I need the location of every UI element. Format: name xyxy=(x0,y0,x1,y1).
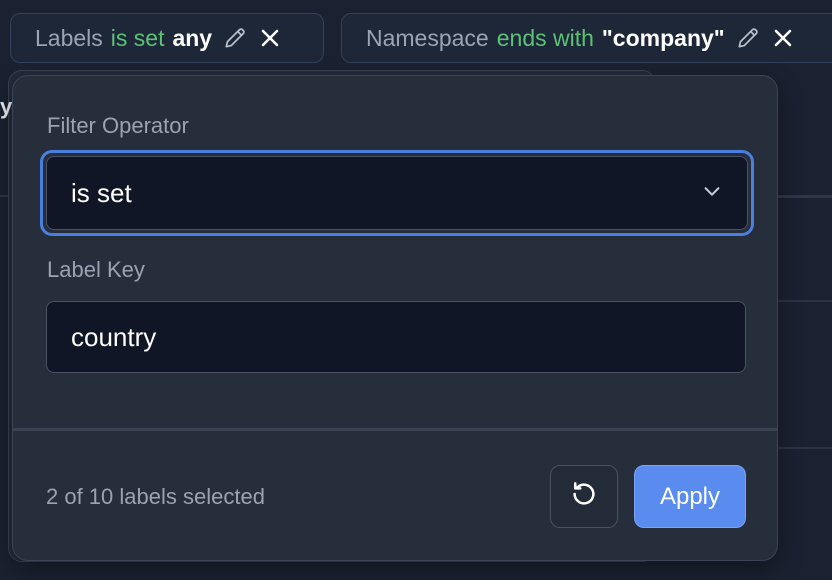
filter-chip-value: any xyxy=(172,24,213,51)
operator-select-focus-ring: is set xyxy=(40,150,754,236)
close-icon[interactable] xyxy=(258,26,282,50)
label-key-label: Label Key xyxy=(47,257,145,282)
apply-button[interactable]: Apply xyxy=(634,465,746,528)
label-key-value: country xyxy=(71,321,157,352)
close-icon[interactable] xyxy=(771,26,795,50)
reset-icon xyxy=(569,479,599,514)
selection-status: 2 of 10 labels selected xyxy=(46,484,265,509)
filter-chip-operator: is set xyxy=(110,24,165,51)
operator-select[interactable]: is set xyxy=(46,156,748,230)
filter-chip-namespace[interactable]: Namespace ends with "company" xyxy=(341,13,832,63)
operator-select-value: is set xyxy=(71,177,132,208)
chevron-down-icon xyxy=(701,178,723,209)
filter-chip-value: "company" xyxy=(601,24,725,51)
filter-chip-labels[interactable]: Labels is set any xyxy=(10,13,324,63)
pencil-icon[interactable] xyxy=(222,25,248,51)
label-key-input[interactable]: country xyxy=(46,301,746,373)
background-partial-text: y xyxy=(0,94,13,119)
operator-label: Filter Operator xyxy=(47,113,189,138)
footer-divider xyxy=(13,428,777,431)
reset-button[interactable] xyxy=(550,465,618,528)
filter-chip-field: Namespace xyxy=(366,24,489,51)
pencil-icon[interactable] xyxy=(735,25,761,51)
filter-chip-operator: ends with xyxy=(496,24,594,51)
filter-chip-field: Labels xyxy=(35,24,103,51)
page: y Labels is set any Namespace ends with … xyxy=(0,0,832,580)
filter-popover: Filter Operator is set Label Key country… xyxy=(12,75,778,561)
